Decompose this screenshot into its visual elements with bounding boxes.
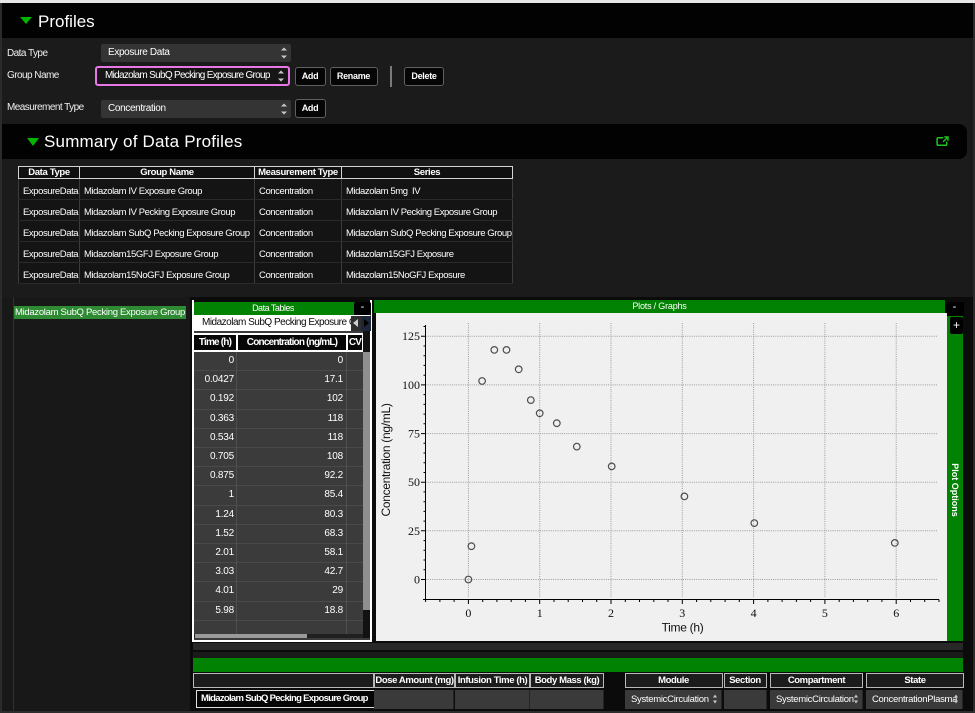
svg-text:3: 3 [679,606,685,620]
svg-text:0: 0 [414,573,420,587]
svg-text:0: 0 [465,606,471,620]
svg-text:1: 1 [537,606,543,620]
svg-text:Time (h): Time (h) [662,621,704,635]
svg-text:6: 6 [893,606,899,620]
svg-text:75: 75 [408,427,420,441]
svg-text:50: 50 [408,475,420,489]
svg-text:5: 5 [822,606,828,620]
svg-text:2: 2 [608,606,614,620]
svg-text:125: 125 [402,329,420,343]
svg-text:100: 100 [402,378,420,392]
svg-text:25: 25 [408,524,420,538]
svg-text:4: 4 [751,606,757,620]
svg-text:Concentration (ng/mL): Concentration (ng/mL) [379,403,393,516]
